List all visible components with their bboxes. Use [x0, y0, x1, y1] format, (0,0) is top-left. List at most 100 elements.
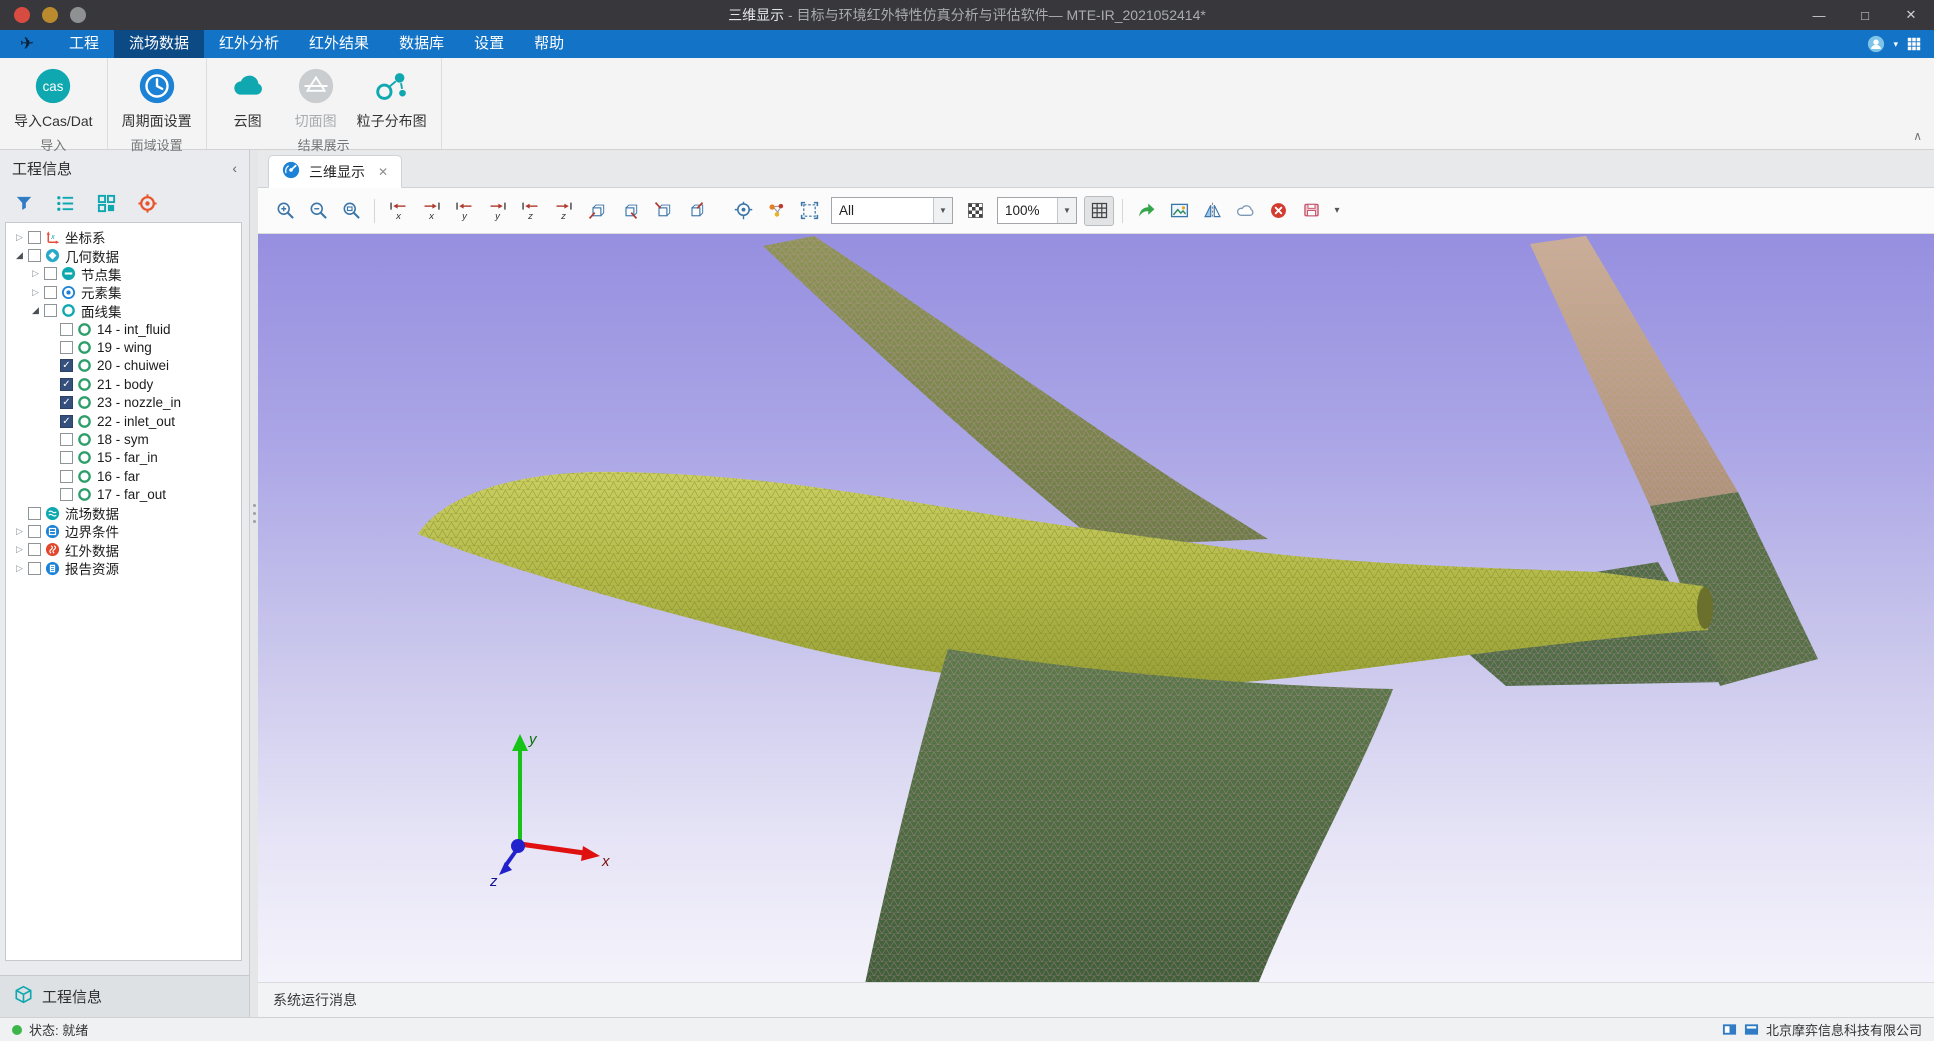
tree-expand-arrow-icon[interactable]: ◢	[12, 250, 27, 261]
dropdown-arrow-icon[interactable]: ▼	[933, 198, 952, 223]
particle-trace-icon[interactable]	[761, 196, 791, 226]
smooth-shade-icon[interactable]	[1230, 196, 1260, 226]
maximize-button[interactable]: □	[1842, 0, 1888, 30]
ribbon-button[interactable]: 周期面设置	[116, 63, 198, 131]
probe-point-icon[interactable]	[728, 196, 758, 226]
tree-item-checkbox[interactable]: ✓	[60, 378, 73, 391]
menu-tab-1[interactable]: 流场数据	[114, 30, 204, 58]
tree-item-checkbox[interactable]	[28, 543, 41, 556]
tree-item-checkbox[interactable]	[28, 231, 41, 244]
tree-item[interactable]: ◢几何数据	[8, 246, 241, 264]
tree-item-checkbox[interactable]	[60, 451, 73, 464]
view-iso-1-icon[interactable]	[581, 196, 611, 226]
tree-item-checkbox[interactable]: ✓	[60, 396, 73, 409]
tree-item-checkbox[interactable]	[28, 249, 41, 262]
tree-item[interactable]: 16 - far	[8, 467, 241, 485]
view-iso-3-icon[interactable]	[647, 196, 677, 226]
tree-expand-arrow-icon[interactable]: ◢	[28, 305, 43, 316]
ribbon-collapse-button[interactable]: ∧	[1913, 129, 1922, 143]
locate-target-icon[interactable]	[137, 193, 158, 214]
tree-expand-arrow-icon[interactable]: ▷	[12, 232, 27, 243]
menu-tab-3[interactable]: 红外结果	[294, 30, 384, 58]
view-y-minus-icon[interactable]: y	[449, 196, 479, 226]
zoom-in-icon[interactable]	[270, 196, 300, 226]
viewport-3d[interactable]: y x z	[258, 234, 1934, 982]
tree-item-checkbox[interactable]	[60, 488, 73, 501]
menu-tab-6[interactable]: 帮助	[519, 30, 579, 58]
dropdown-arrow-icon[interactable]: ▼	[1057, 198, 1076, 223]
display-filter-select[interactable]: All▼	[831, 197, 953, 224]
tree-expand-arrow-icon[interactable]: ▷	[12, 526, 27, 537]
tree-item-checkbox[interactable]	[28, 525, 41, 538]
view-z-plus-icon[interactable]: z	[548, 196, 578, 226]
tab-close-icon[interactable]: ✕	[378, 165, 388, 179]
tree-item[interactable]: ▷边界条件	[8, 522, 241, 540]
save-view-icon[interactable]	[1296, 196, 1326, 226]
grid-icon[interactable]	[1084, 196, 1114, 226]
tree-item[interactable]: 17 - far_out	[8, 485, 241, 503]
grid-view-icon[interactable]	[96, 193, 117, 214]
view-x-minus-icon[interactable]: x	[383, 196, 413, 226]
clear-results-icon[interactable]	[1263, 196, 1293, 226]
dropdown-chevron-icon[interactable]: ▾	[1329, 205, 1345, 216]
ribbon-button[interactable]: 云图	[215, 63, 281, 131]
zoom-level-select[interactable]: 100%▼	[997, 197, 1077, 224]
filter-icon[interactable]	[14, 193, 35, 214]
menu-tab-4[interactable]: 数据库	[384, 30, 459, 58]
apps-grid-icon[interactable]	[1906, 36, 1922, 52]
view-iso-4-icon[interactable]	[680, 196, 710, 226]
menubar-dropdown-arrow-icon[interactable]: ▾	[1893, 39, 1898, 50]
tree-expand-arrow-icon[interactable]: ▷	[28, 287, 43, 298]
tree-item-checkbox[interactable]	[60, 470, 73, 483]
tree-item-checkbox[interactable]	[60, 433, 73, 446]
tree-item-checkbox[interactable]	[28, 507, 41, 520]
ribbon-button[interactable]: 切面图	[283, 63, 349, 131]
panel-splitter[interactable]	[250, 150, 258, 1017]
tree-item[interactable]: 19 - wing	[8, 338, 241, 356]
tree-item[interactable]: 18 - sym	[8, 430, 241, 448]
tree-item[interactable]: ✓20 - chuiwei	[8, 357, 241, 375]
tree-item-checkbox[interactable]	[60, 323, 73, 336]
tree-item[interactable]: ▷报告资源	[8, 559, 241, 577]
tree-item[interactable]: ✓22 - inlet_out	[8, 412, 241, 430]
tree-item[interactable]: ✓21 - body	[8, 375, 241, 393]
zoom-fit-icon[interactable]	[336, 196, 366, 226]
ribbon-button[interactable]: cas导入Cas/Dat	[8, 63, 99, 131]
mirror-icon[interactable]	[1197, 196, 1227, 226]
tree-item[interactable]: ▷红外数据	[8, 541, 241, 559]
section-box-icon[interactable]	[794, 196, 824, 226]
close-button[interactable]: ✕	[1888, 0, 1934, 30]
tree-item[interactable]: ◢面线集	[8, 302, 241, 320]
tree-item[interactable]: ▷节点集	[8, 265, 241, 283]
tree-item-checkbox[interactable]: ✓	[60, 359, 73, 372]
tree-expand-arrow-icon[interactable]: ▷	[28, 268, 43, 279]
layout-toggle-icon[interactable]	[1722, 1022, 1737, 1037]
ribbon-button[interactable]: 粒子分布图	[351, 63, 433, 131]
tree-item[interactable]: 15 - far_in	[8, 449, 241, 467]
tree-item-checkbox[interactable]	[44, 304, 57, 317]
window-toggle-icon[interactable]	[1744, 1022, 1759, 1037]
snapshot-icon[interactable]	[1164, 196, 1194, 226]
tree-item-checkbox[interactable]: ✓	[60, 415, 73, 428]
menu-tab-2[interactable]: 红外分析	[204, 30, 294, 58]
tree-item-checkbox[interactable]	[44, 267, 57, 280]
list-view-icon[interactable]	[55, 193, 76, 214]
menu-tab-0[interactable]: 工程	[54, 30, 114, 58]
tree-item-checkbox[interactable]	[60, 341, 73, 354]
tree-item[interactable]: ▷x坐标系	[8, 228, 241, 246]
tree-item[interactable]: 14 - int_fluid	[8, 320, 241, 338]
tree-item-checkbox[interactable]	[28, 562, 41, 575]
panel-collapse-button[interactable]: ‹	[232, 160, 237, 176]
user-account-icon[interactable]	[1867, 35, 1885, 53]
menu-tab-5[interactable]: 设置	[459, 30, 519, 58]
view-x-plus-icon[interactable]: x	[416, 196, 446, 226]
export-view-icon[interactable]	[1131, 196, 1161, 226]
project-info-tab[interactable]: 工程信息	[0, 975, 249, 1017]
zoom-out-icon[interactable]	[303, 196, 333, 226]
view-iso-2-icon[interactable]	[614, 196, 644, 226]
tree-expand-arrow-icon[interactable]: ▷	[12, 544, 27, 555]
tree-item[interactable]: ▷元素集	[8, 283, 241, 301]
tree-item[interactable]: 流场数据	[8, 504, 241, 522]
tree-item[interactable]: ✓23 - nozzle_in	[8, 394, 241, 412]
view-z-minus-icon[interactable]: z	[515, 196, 545, 226]
